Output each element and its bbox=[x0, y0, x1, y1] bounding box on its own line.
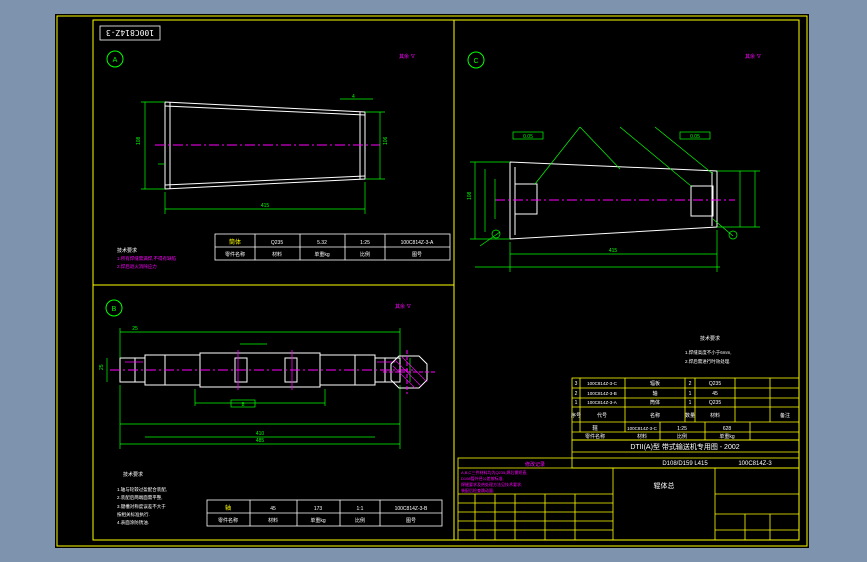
view-b-l1: 410 bbox=[256, 431, 265, 437]
table-b-h-name: 零件名称 bbox=[218, 517, 238, 524]
view-a-note-2: 2.焊后退火消除应力 bbox=[117, 263, 157, 270]
view-a-notes-title: 技术要求 bbox=[117, 247, 137, 254]
part-3-mat: Q235 bbox=[709, 381, 721, 387]
part-1-qty: 1 bbox=[689, 400, 692, 406]
table-b-h-scale: 比例 bbox=[355, 517, 365, 524]
table-b-weight: 173 bbox=[314, 506, 323, 512]
table-b-name: 轴 bbox=[225, 504, 231, 512]
revision-row-1: A,B,C三件材料均为Q235;焊后需矫直; bbox=[461, 469, 527, 475]
view-a-thickness: 4 bbox=[352, 94, 355, 100]
unit-weight: 628 bbox=[723, 426, 732, 432]
table-b-code: 100C814Z-3-B bbox=[395, 506, 428, 512]
part-2-qty: 1 bbox=[689, 391, 692, 397]
view-c-part bbox=[509, 161, 718, 240]
view-b-note-2: 2.装配后两端面需平整, bbox=[117, 494, 163, 501]
revision-row-2: D108管外径公差按标准; bbox=[461, 475, 504, 481]
table-a-h-scale: 比例 bbox=[360, 251, 370, 258]
h-name: 名称 bbox=[650, 412, 660, 419]
table-b-material: 45 bbox=[270, 506, 276, 512]
revision-row-3: 焊缝要求及热处理方法见技术要求; bbox=[461, 481, 522, 487]
unit-scale: 1:25 bbox=[677, 426, 687, 432]
part-1-mat: Q235 bbox=[709, 400, 721, 406]
revision-row-4: 装配后检查跳动量; bbox=[461, 487, 494, 493]
part-3-name: 辐板 bbox=[650, 380, 660, 387]
unit-code: 100C814Z-3-C bbox=[627, 426, 658, 431]
project-title: DTII(A)型 带式输送机专用图 - 2002 bbox=[630, 442, 739, 451]
view-c-length: 415 bbox=[609, 248, 618, 254]
h-no: 序号 bbox=[571, 412, 581, 419]
view-b-note-3: 3.键槽对称度误差不大于 bbox=[117, 503, 166, 510]
drawing-title: 辊体总 bbox=[654, 481, 675, 490]
unit-h-weight: 单重kg bbox=[719, 433, 735, 440]
cad-drawing: 100C814Z-3 A 其余 ∇ 415 108 106 4 技术要求 1.所… bbox=[56, 15, 808, 547]
table-a-h-weight: 单重kg bbox=[314, 251, 330, 258]
view-c-datum-a bbox=[491, 229, 501, 239]
part-2-name: 轴 bbox=[652, 390, 657, 397]
table-b-scale: 1:1 bbox=[357, 506, 364, 512]
h-mat: 材料 bbox=[710, 412, 720, 419]
view-a-dims bbox=[141, 98, 385, 214]
drawing-number: 100C814Z-3 bbox=[738, 461, 772, 467]
part-2-no: 2 bbox=[575, 391, 578, 397]
part-3-code: 100C814Z-3-C bbox=[587, 381, 618, 386]
h-qty: 数量 bbox=[685, 412, 695, 419]
view-a-d2: 106 bbox=[383, 136, 389, 145]
view-b-d: 25 bbox=[99, 364, 105, 370]
spec: D108/D159 L415 bbox=[662, 461, 708, 467]
part-1-code: 100C814Z-3-A bbox=[587, 400, 617, 405]
part-3-qty: 2 bbox=[689, 381, 692, 387]
part-1-no: 1 bbox=[575, 400, 578, 406]
view-c-note-2: 2.焊后需进行时效处理. bbox=[685, 358, 731, 365]
view-c-tol-left: 0.05 bbox=[523, 134, 533, 140]
view-b-notes-title: 技术要求 bbox=[123, 471, 143, 478]
unit-h-scale: 比例 bbox=[677, 433, 687, 440]
table-a-scale: 1:25 bbox=[360, 240, 370, 246]
view-b-marker: B bbox=[112, 306, 117, 313]
view-a-length: 415 bbox=[261, 203, 270, 209]
table-a-code: 100C814Z-3-A bbox=[401, 240, 434, 246]
h-code: 代号 bbox=[597, 412, 607, 419]
part-1-name: 筒体 bbox=[650, 399, 660, 406]
view-c-tol-right: 0.05 bbox=[690, 134, 700, 140]
view-c-marker: C bbox=[473, 58, 478, 65]
view-b-section bbox=[383, 350, 435, 394]
part-3-no: 3 bbox=[575, 381, 578, 387]
view-c-datum-b bbox=[728, 230, 738, 240]
view-b-key: 8 bbox=[242, 402, 245, 408]
table-a-material: Q235 bbox=[271, 240, 283, 246]
table-b-h-weight: 单重kg bbox=[310, 517, 326, 524]
view-c-note-1: 1.焊缝高度不小于6mm, bbox=[685, 349, 732, 356]
view-c-notes-title: 技术要求 bbox=[700, 335, 720, 342]
part-2-code: 100C814Z-3-B bbox=[587, 391, 617, 396]
table-a-h-mat: 材料 bbox=[272, 251, 282, 258]
unit-h-partname: 零件名称 bbox=[585, 433, 605, 440]
view-c-roughness: 其余 ∇ bbox=[745, 53, 761, 60]
view-a-marker: A bbox=[113, 57, 118, 64]
view-b-note-4: 按相关标准执行. bbox=[117, 511, 150, 518]
unit-h-mat: 材料 bbox=[637, 433, 647, 440]
view-c-diameter: 108 bbox=[467, 191, 473, 200]
view-b-note-1: 1.轴与轮毂过盈配合装配, bbox=[117, 486, 167, 493]
revision-header: 修改记录 bbox=[525, 461, 545, 468]
view-b-roughness: 其余 ∇ bbox=[395, 303, 411, 310]
table-b-h-mat: 材料 bbox=[268, 517, 278, 524]
table-a-h-code: 图号 bbox=[412, 252, 422, 258]
table-a-name: 筒体 bbox=[229, 238, 241, 246]
title-block-grid bbox=[457, 377, 800, 541]
part-2-mat: 45 bbox=[712, 391, 718, 397]
view-b-note-5: 4.表面涂防锈油. bbox=[117, 519, 149, 526]
view-a-note-1: 1.所有焊缝需满焊,不得有缺陷 bbox=[117, 255, 177, 262]
table-a-h-name: 零件名称 bbox=[225, 251, 245, 258]
unit-name: 辊 bbox=[592, 424, 598, 432]
table-b-h-code: 图号 bbox=[406, 518, 416, 524]
view-b-l2: 25 bbox=[132, 326, 138, 332]
table-a-weight: 5.32 bbox=[317, 240, 327, 246]
drawing-sheet: 100C814Z-3 A 其余 ∇ 415 108 106 4 技术要求 1.所… bbox=[55, 14, 809, 548]
rotated-code: 100C814Z-3 bbox=[106, 28, 154, 37]
view-a-roughness: 其余 ∇ bbox=[399, 53, 415, 60]
view-b-total: 485 bbox=[256, 438, 265, 444]
h-note: 备注 bbox=[780, 412, 790, 419]
view-a-d1: 108 bbox=[136, 136, 142, 145]
